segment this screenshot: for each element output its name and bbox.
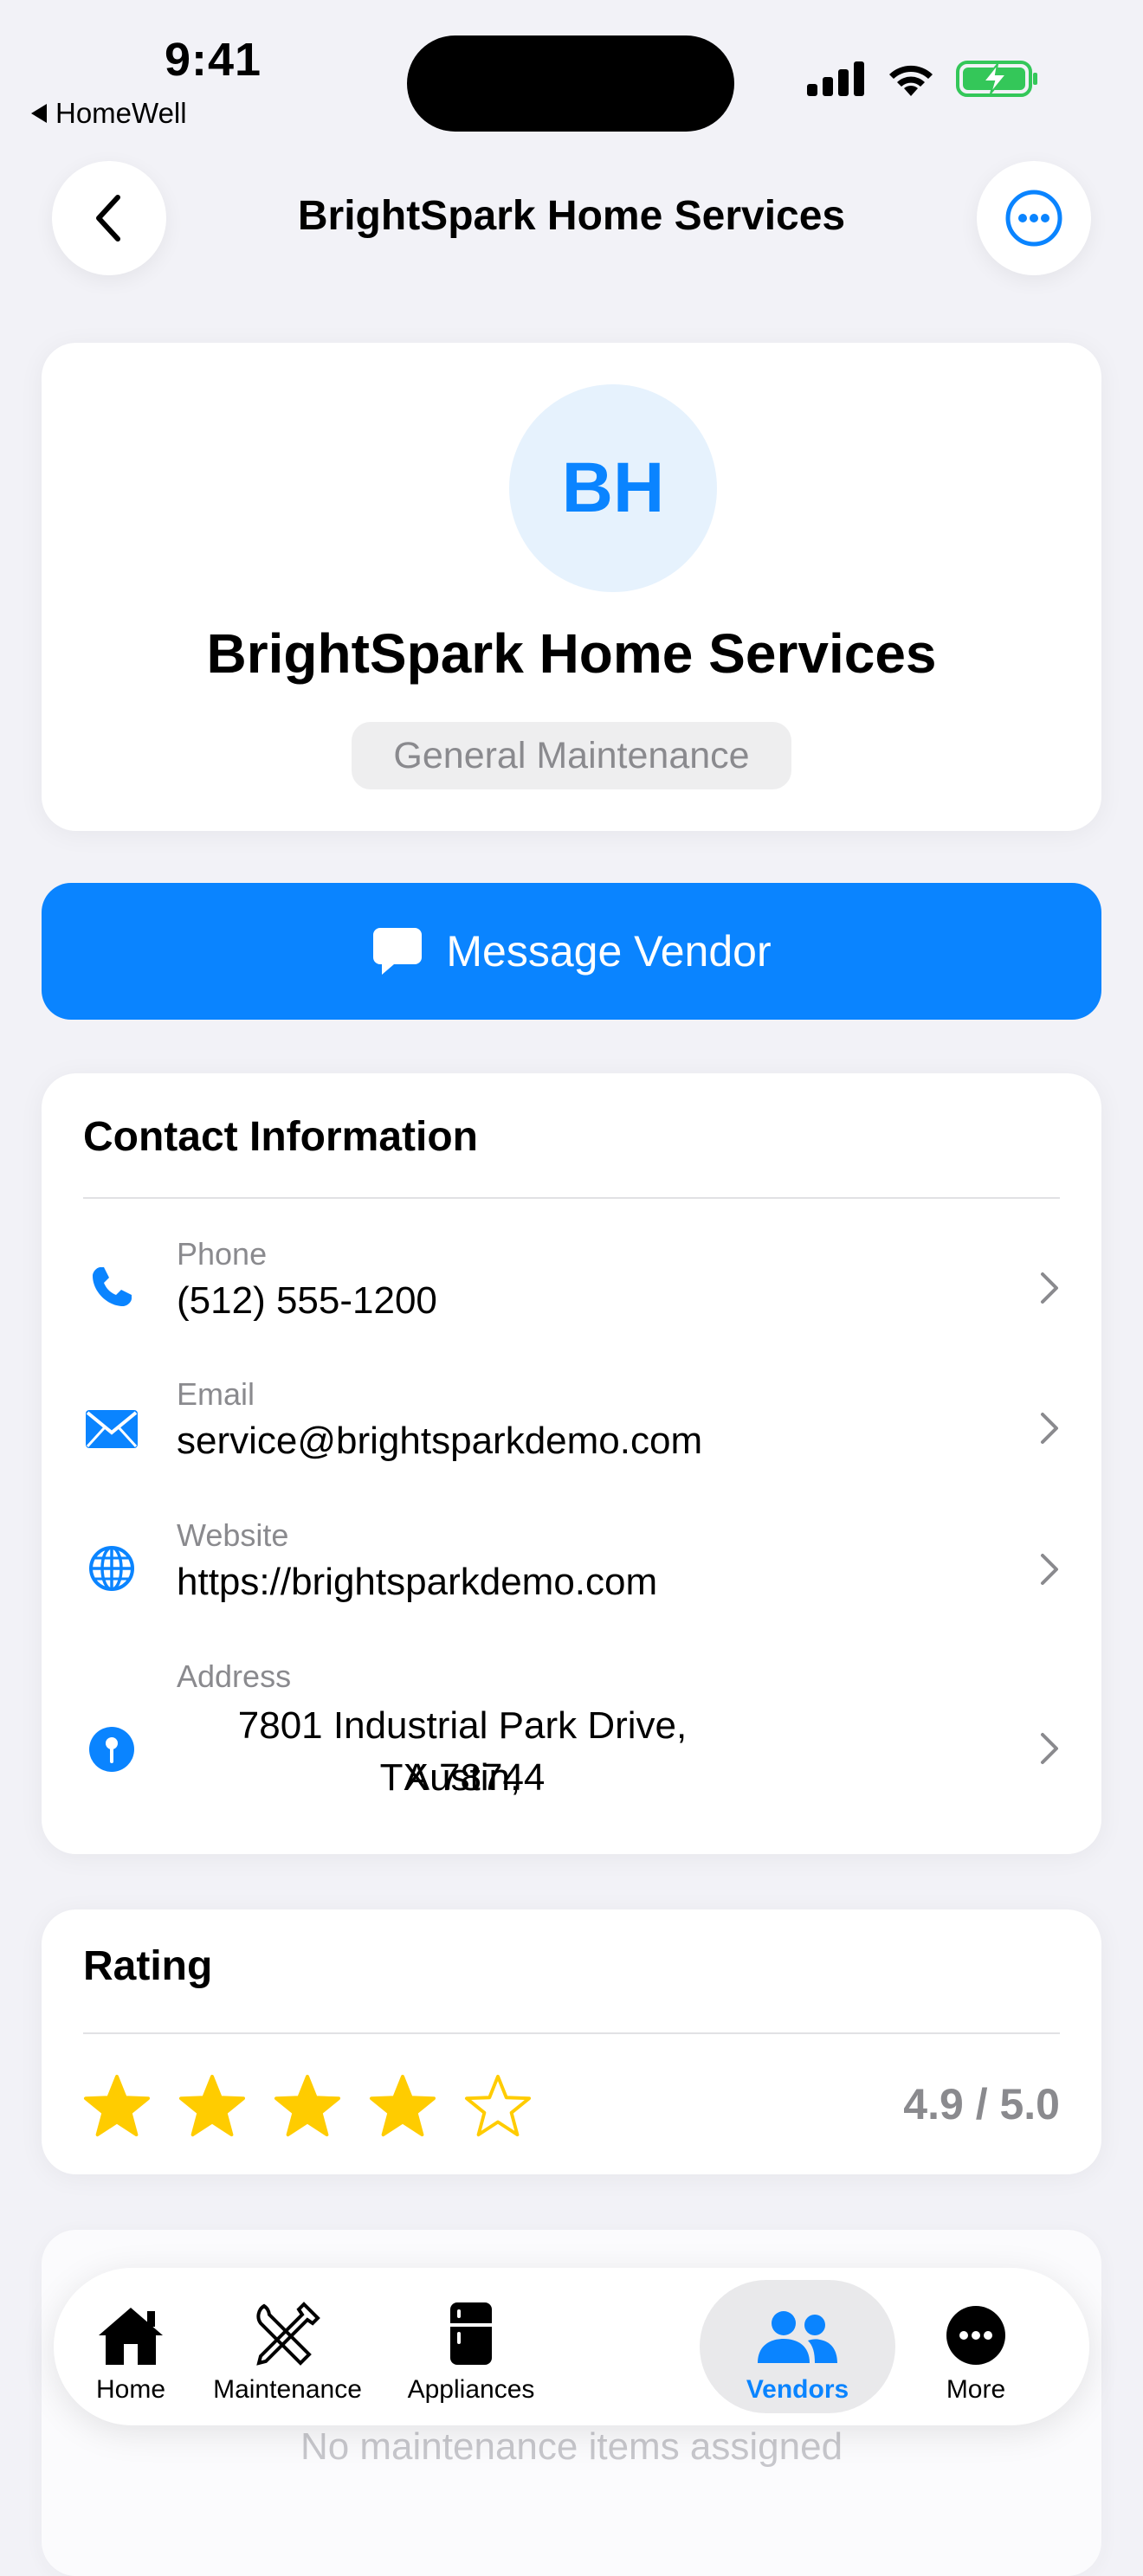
address-row[interactable]: Address 7801 Industrial Park Drive, Aust… [42,1641,1101,1832]
chevron-right-icon [1041,1733,1058,1764]
vendor-name: BrightSpark Home Services [206,622,937,685]
wrench-and-screwdriver-icon [256,2302,320,2366]
status-icons [805,59,1039,99]
back-triangle-icon [31,104,47,123]
tab-home[interactable]: Home [71,2280,190,2413]
chevron-right-icon [1041,1413,1058,1444]
tab-vendors[interactable]: Vendors [700,2280,895,2413]
star-empty-icon [464,2074,532,2137]
vendor-category-badge: General Maintenance [352,722,791,789]
divider [83,1197,1060,1199]
rating-card: Rating 4.9 / 5.0 [42,1909,1101,2174]
tab-appliances[interactable]: Appliances [384,2280,558,2413]
vendor-profile-card: BH BrightSpark Home Services General Mai… [42,343,1101,831]
phone-label: Phone [177,1236,268,1272]
star-filled-icon [83,2074,151,2137]
tab-vendors-label: Vendors [746,2375,849,2404]
chevron-right-icon [1041,1272,1058,1304]
star-filled-icon [178,2074,246,2137]
chevron-left-icon [96,195,120,242]
message-bubble-icon [373,928,423,975]
website-value: https://brightsparkdemo.com [177,1561,658,1603]
phone-icon [83,1259,140,1316]
dynamic-island [407,35,734,132]
star-filled-icon [369,2074,436,2137]
tab-maintenance[interactable]: Maintenance [199,2280,376,2413]
status-time: 9:41 [165,34,262,86]
map-pin-icon [83,1721,140,1778]
chevron-right-icon [1041,1554,1058,1585]
page-title: BrightSpark Home Services [297,193,846,239]
battery-charging-icon [956,61,1037,97]
back-to-app-link[interactable]: HomeWell [31,97,187,130]
message-vendor-label: Message Vendor [446,927,772,976]
globe-icon [83,1540,140,1597]
rating-value: 4.9 / 5.0 [903,2080,1060,2128]
email-label: Email [177,1376,255,1412]
tab-bar: Home Maintenance Appliances Vendors More [54,2268,1089,2425]
message-vendor-button[interactable]: Message Vendor [42,883,1101,1020]
tab-more[interactable]: More [920,2280,1032,2413]
more-options-button[interactable] [977,161,1091,275]
ellipsis-circle-icon [1005,190,1062,247]
back-app-label: HomeWell [55,97,187,129]
contact-section-title: Contact Information [83,1114,478,1160]
website-row[interactable]: Website https://brightsparkdemo.com [42,1500,1101,1639]
house-icon [99,2308,163,2365]
ellipsis-circle-fill-icon [946,2306,1005,2365]
tab-more-label: More [946,2375,1006,2404]
people-icon [758,2311,837,2363]
cellular-signal-icon [807,61,864,96]
rating-stars [83,2072,532,2140]
divider [83,2032,1060,2034]
vendor-avatar: BH [509,384,717,592]
tab-appliances-label: Appliances [407,2375,535,2404]
wifi-icon [889,65,933,96]
no-maintenance-items-text: No maintenance items assigned [300,2425,843,2468]
email-row[interactable]: Email service@brightsparkdemo.com [42,1359,1101,1497]
refrigerator-icon [450,2302,492,2365]
tab-maintenance-label: Maintenance [213,2375,362,2404]
phone-row[interactable]: Phone (512) 555-1200 [42,1219,1101,1357]
star-filled-icon [274,2074,341,2137]
email-value: service@brightsparkdemo.com [177,1420,703,1462]
phone-value: (512) 555-1200 [177,1279,437,1322]
website-label: Website [177,1517,289,1553]
address-line-2: TX 78744 [379,1756,546,1799]
envelope-icon [83,1401,140,1458]
address-label: Address [177,1658,292,1694]
tab-home-label: Home [95,2375,166,2404]
contact-information-card: Contact Information Phone (512) 555-1200… [42,1073,1101,1854]
rating-section-title: Rating [83,1943,213,1989]
back-button[interactable] [52,161,166,275]
